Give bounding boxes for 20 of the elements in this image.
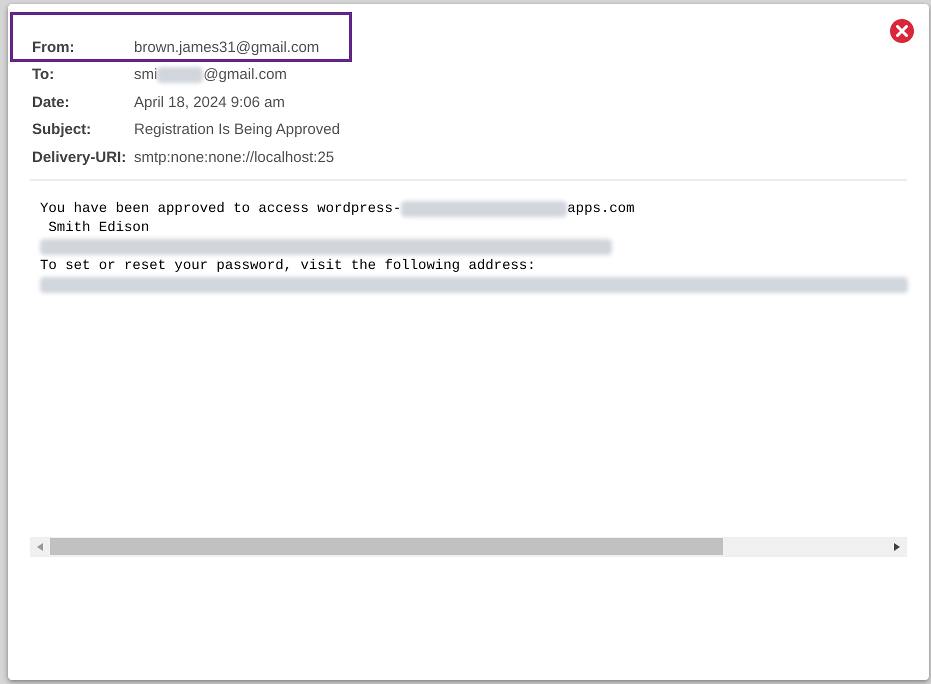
header-value: Registration Is Being Approved [134, 120, 340, 140]
header-value: April 18, 2024 9:06 am [134, 92, 285, 112]
header-value: smi @gmail.com [134, 65, 287, 86]
header-label: Date: [32, 92, 71, 112]
redaction-blur [157, 67, 204, 84]
header-label: Delivery-URI: [32, 148, 128, 168]
horizontal-scrollbar[interactable] [30, 536, 907, 556]
header-label: Subject: [32, 120, 92, 140]
header-value: smtp:none:none://localhost:25 [134, 148, 334, 168]
header-value: brown.james31@gmail.com [134, 38, 320, 58]
message-text: apps.com [567, 200, 634, 218]
scrollbar-thumb[interactable] [50, 538, 723, 555]
message-text: You have been approved to access wordpress- [40, 200, 402, 218]
header-label: From: [32, 38, 76, 58]
message-text: Smith Edison [47, 218, 150, 238]
scroll-right-icon[interactable] [894, 542, 900, 550]
scroll-left-icon[interactable] [37, 542, 43, 550]
close-icon[interactable] [889, 18, 915, 44]
header-label: To: [32, 65, 56, 85]
message-text: To set or reset your password, visit the following address: [40, 256, 536, 276]
